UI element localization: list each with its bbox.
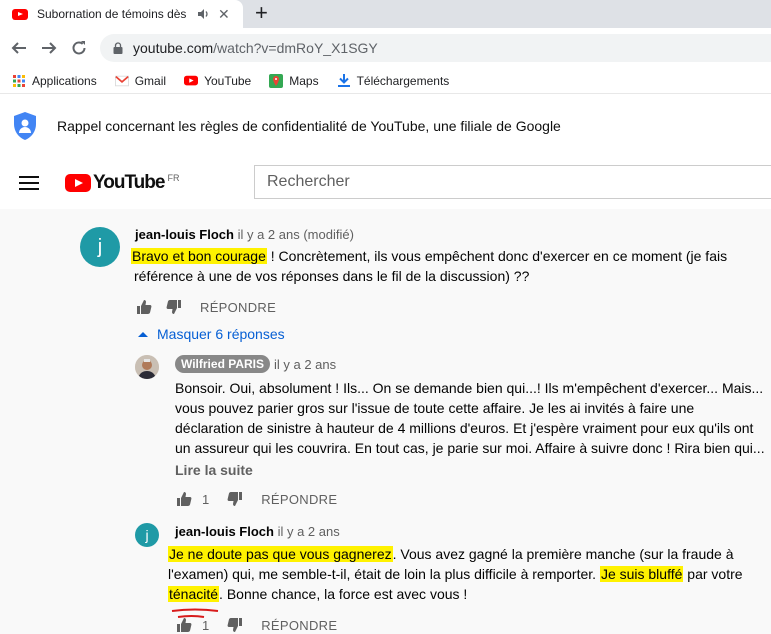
bookmark-label: Téléchargements <box>356 73 450 88</box>
privacy-reminder-banner[interactable]: Rappel concernant les règles de confiden… <box>0 95 771 157</box>
reply-button[interactable]: RÉPONDRE <box>261 492 337 507</box>
maps-pin-icon <box>269 73 284 88</box>
chevron-up-icon <box>138 332 148 337</box>
new-tab-plus-icon[interactable]: + <box>255 2 268 24</box>
read-more-link[interactable]: Lire la suite <box>175 462 253 478</box>
thumbs-down-icon[interactable] <box>227 491 243 507</box>
privacy-shield-icon <box>14 112 36 140</box>
comment-text: Bravo et bon courage ! Concrètement, ils… <box>131 248 728 284</box>
comment-author[interactable]: jean-louis Floch il y a 2 ans (modifié) <box>135 227 354 242</box>
comment-actions: 1 RÉPONDRE <box>176 491 337 507</box>
reply-button[interactable]: RÉPONDRE <box>200 300 276 315</box>
hide-replies-toggle[interactable]: Masquer 6 réponses <box>138 326 285 342</box>
comment-text: Je ne doute pas que vous gagnerez. Vous … <box>168 546 743 602</box>
browser-tabstrip: Subornation de témoins dès ✕ + <box>0 0 771 28</box>
region-code: FR <box>167 173 180 183</box>
address-bar[interactable]: youtube.com/watch?v=dmRoY_X1SGY <box>100 34 771 62</box>
thumbs-up-icon[interactable] <box>136 299 152 315</box>
comments-section: j jean-louis Floch il y a 2 ans (modifié… <box>0 209 771 634</box>
lock-icon <box>113 42 123 54</box>
bookmark-label: Gmail <box>134 73 167 88</box>
comment-time[interactable]: il y a 2 ans <box>278 524 340 539</box>
forward-arrow-icon[interactable] <box>38 37 60 59</box>
youtube-play-icon <box>65 174 91 192</box>
bookmark-maps[interactable]: Maps <box>269 73 319 88</box>
back-arrow-icon[interactable] <box>8 37 30 59</box>
bookmark-label: Maps <box>289 73 319 88</box>
apps-grid-icon <box>12 74 26 88</box>
avatar[interactable] <box>135 355 159 379</box>
youtube-header: YouTube FR <box>0 157 771 209</box>
reply-button[interactable]: RÉPONDRE <box>261 618 337 633</box>
comment-actions: RÉPONDRE <box>136 299 276 315</box>
bookmark-youtube[interactable]: YouTube <box>184 74 251 88</box>
search-input[interactable] <box>267 173 747 191</box>
thumbs-down-icon[interactable] <box>227 617 243 633</box>
youtube-icon <box>184 74 199 88</box>
youtube-favicon-icon <box>12 8 28 20</box>
comment-text: Bonsoir. Oui, absolument ! Ils... On se … <box>175 380 765 456</box>
avatar[interactable]: j <box>80 227 120 267</box>
bookmark-downloads[interactable]: Téléchargements <box>337 73 450 88</box>
bookmark-gmail[interactable]: Gmail <box>114 73 167 88</box>
bookmark-applications[interactable]: Applications <box>12 74 97 88</box>
thumbs-up-icon[interactable] <box>176 617 192 633</box>
bookmark-label: YouTube <box>204 73 252 88</box>
menu-icon[interactable] <box>19 176 39 190</box>
comment-author[interactable]: jean-louis Floch il y a 2 ans <box>175 524 340 539</box>
thumbs-down-icon[interactable] <box>166 299 182 315</box>
like-count: 1 <box>202 491 210 507</box>
thumbs-up-icon[interactable] <box>176 491 192 507</box>
gmail-icon <box>114 74 129 88</box>
comment-author-chip[interactable]: Wilfried PARIS <box>175 355 271 373</box>
highlighted-text: Je suis bluffé <box>599 566 684 582</box>
browser-toolbar: youtube.com/watch?v=dmRoY_X1SGY <box>0 28 771 68</box>
highlighted-text: Je ne doute pas que vous gagnerez <box>168 546 393 562</box>
logo-text: YouTube <box>93 172 165 193</box>
avatar[interactable]: j <box>135 523 159 547</box>
url-text: youtube.com/watch?v=dmRoY_X1SGY <box>133 40 378 56</box>
like-count: 1 <box>202 617 210 633</box>
comment-time[interactable]: il y a 2 ans <box>274 357 336 372</box>
search-box <box>254 165 771 199</box>
speaker-icon[interactable] <box>196 7 210 21</box>
download-icon <box>337 74 351 88</box>
tab-close-icon[interactable]: ✕ <box>218 7 230 21</box>
highlighted-text: Bravo et bon courage <box>131 248 267 264</box>
bookmarks-bar: Applications Gmail YouTube Maps Téléchar… <box>0 68 771 94</box>
bookmark-label: Applications <box>32 73 97 88</box>
youtube-logo[interactable]: YouTube FR <box>65 172 179 194</box>
highlighted-text: ténacité <box>168 586 220 602</box>
banner-text: Rappel concernant les règles de confiden… <box>57 118 561 134</box>
comment-time[interactable]: il y a 2 ans (modifié) <box>238 227 354 242</box>
tab-title: Subornation de témoins dès <box>37 7 187 21</box>
reload-icon[interactable] <box>68 37 90 59</box>
browser-tab[interactable]: Subornation de témoins dès ✕ <box>0 0 243 28</box>
comment-actions: 1 RÉPONDRE <box>176 617 337 633</box>
